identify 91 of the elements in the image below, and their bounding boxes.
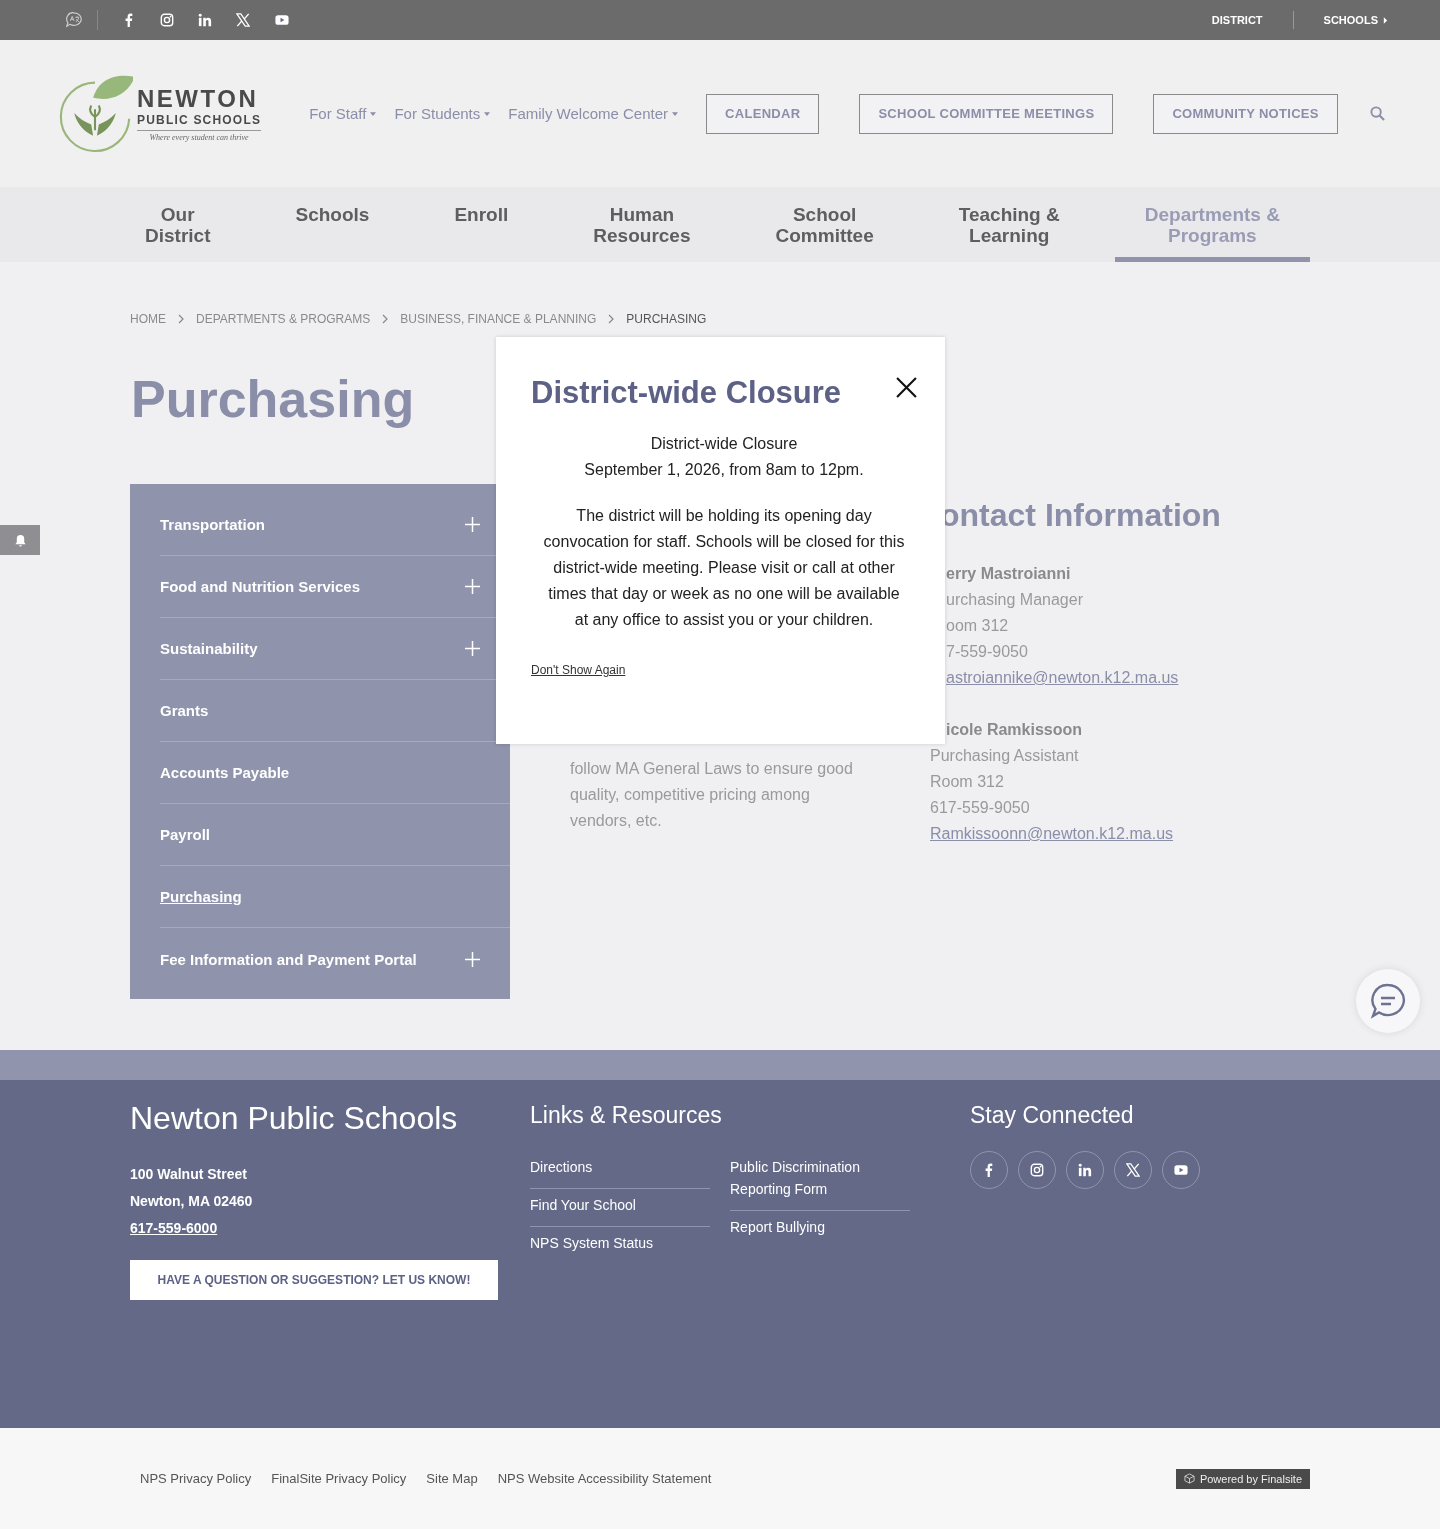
x-logo-icon[interactable] [236,13,250,27]
plus-icon[interactable] [465,579,480,594]
instagram-icon[interactable] [160,13,174,27]
breadcrumb-link[interactable]: DEPARTMENTS & PROGRAMS [196,312,371,326]
policy-link[interactable]: NPS Website Accessibility Statement [497,1471,712,1486]
chat-bubble-icon [1370,983,1406,1019]
close-icon[interactable] [896,377,917,398]
caret-icon [484,111,491,116]
notification-tab[interactable] [0,525,40,555]
dialog-title: District-wide Closure [531,375,842,411]
contact-role: urchasing Manager [946,590,1083,610]
main-nav-tab[interactable]: Schools [265,187,400,262]
sidebar-link[interactable]: Fee Information and Payment Portal [160,950,417,968]
caret-icon [672,111,679,116]
footer-link[interactable]: NPS System Status [530,1227,710,1264]
translate-icon[interactable] [65,11,83,29]
dialog-text: District-wide Closure [650,434,798,454]
logo-tagline: Where every student can thrive [148,133,250,142]
footer-link[interactable]: Report Bullying [730,1211,910,1248]
contact-heading: ontact Information [939,496,1221,535]
chat-button[interactable] [1356,969,1420,1033]
utility-menu-link[interactable]: Family Welcome Center [508,105,679,122]
sidebar-link[interactable]: Payroll [160,826,211,843]
breadcrumb-link[interactable]: BUSINESS, FINANCE & PLANNING [400,312,597,326]
header-button[interactable]: SCHOOL COMMITTEE MEETINGS [859,93,1114,134]
top-bar-link[interactable]: DISTRICT [1211,14,1263,26]
logo-title: NEWTON [137,85,260,113]
contact-room: Room 312 [930,772,1004,792]
footer-link[interactable]: Directions [530,1151,710,1189]
youtube-icon[interactable] [274,13,290,27]
footer-heading: Links & Resources [530,1102,723,1129]
contact-phone: 7-559-9050 [946,642,1028,662]
plus-icon[interactable] [465,517,480,532]
policy-link[interactable]: Site Map [426,1471,478,1486]
powered-by-badge[interactable]: Powered by Finalsite [1175,1468,1310,1489]
sidebar-link[interactable]: Accounts Payable [160,764,290,781]
main-nav-tab[interactable]: Enroll [424,187,539,262]
top-bar-link[interactable]: SCHOOLS [1323,14,1388,26]
header-button[interactable]: COMMUNITY NOTICES [1153,93,1338,134]
caret-icon [370,111,377,116]
breadcrumb-link[interactable]: HOME [130,312,166,326]
dont-show-again-link[interactable]: Don't Show Again [531,663,626,677]
bell-icon [13,533,27,547]
phone-link[interactable]: 617-559-6000 [130,1215,530,1242]
main-nav-tab[interactable]: Our District [115,187,241,262]
contact-phone: 617-559-9050 [930,798,1030,818]
main-nav-tab[interactable]: Human Resources [563,187,721,262]
contact-name: icole Ramkissoon [945,720,1083,740]
address-line: Newton, MA 02460 [130,1192,254,1211]
sidebar-link[interactable]: Purchasing [160,888,242,905]
plus-icon[interactable] [465,641,480,656]
cube-icon [1183,1473,1195,1484]
main-nav-tab[interactable]: School Committee [745,187,904,262]
description-text: follow MA General Laws to ensure good quality, competitive pricing among vendors, etc. [570,759,854,831]
contact-name: erry Mastroianni [946,564,1071,584]
x-logo-icon[interactable] [1126,1163,1140,1177]
footer-heading: Stay Connected [970,1102,1135,1129]
dialog-body: The district will be holding its opening day convocation for staff. Schools will be closed for this district-wide meeting. Please visit or call at other times that day or week as no one will be available at any office to assist you or your children. [542,506,906,630]
utility-menu-link[interactable]: For Students [394,105,491,122]
caret-icon [1383,16,1388,24]
main-nav-tab[interactable]: Teaching & Learning [928,187,1090,262]
sidebar-link[interactable]: Sustainability [160,640,258,657]
policy-link[interactable]: FinalSite Privacy Policy [271,1471,407,1486]
sidebar-link[interactable]: Transportation [160,516,265,533]
chevron-right-icon [608,314,615,324]
breadcrumb-link[interactable]: PURCHASING [626,312,707,326]
dialog-text: September 1, 2026, from 8am to 12pm. [584,460,864,480]
header-button[interactable]: CALENDAR [706,93,820,134]
linkedin-icon[interactable] [1078,1163,1092,1177]
page-title: Purchasing [131,369,415,430]
policy-link[interactable]: NPS Privacy Policy [140,1471,252,1486]
address-line: 100 Walnut Street [130,1165,248,1184]
youtube-icon[interactable] [1173,1163,1189,1177]
sidebar-link[interactable]: Grants [160,702,209,719]
feedback-button[interactable]: HAVE A QUESTION OR SUGGESTION? LET US KNOW! [130,1260,498,1300]
contact-room: oom 312 [946,616,1009,636]
email-link[interactable]: Ramkissoonn@newton.k12.ma.us [930,821,1174,847]
plus-icon[interactable] [465,951,480,967]
search-icon[interactable] [1369,106,1385,121]
utility-menu-link[interactable]: For Staff [309,105,377,122]
linkedin-icon[interactable] [198,13,212,27]
email-link[interactable]: astroiannike@newton.k12.ma.us [946,665,1179,691]
footer-title: Newton Public Schools [130,1100,459,1137]
chevron-right-icon [382,314,389,324]
logo-subtitle: PUBLIC SCHOOLS [137,113,262,131]
contact-role: Purchasing Assistant [930,746,1079,766]
footer-link[interactable]: Public Discrimination Reporting Form [730,1151,910,1211]
footer-link[interactable]: Find Your School [530,1189,710,1227]
chevron-right-icon [178,314,184,324]
instagram-icon[interactable] [1030,1163,1044,1177]
sidebar-link[interactable]: Food and Nutrition Services [160,578,361,595]
